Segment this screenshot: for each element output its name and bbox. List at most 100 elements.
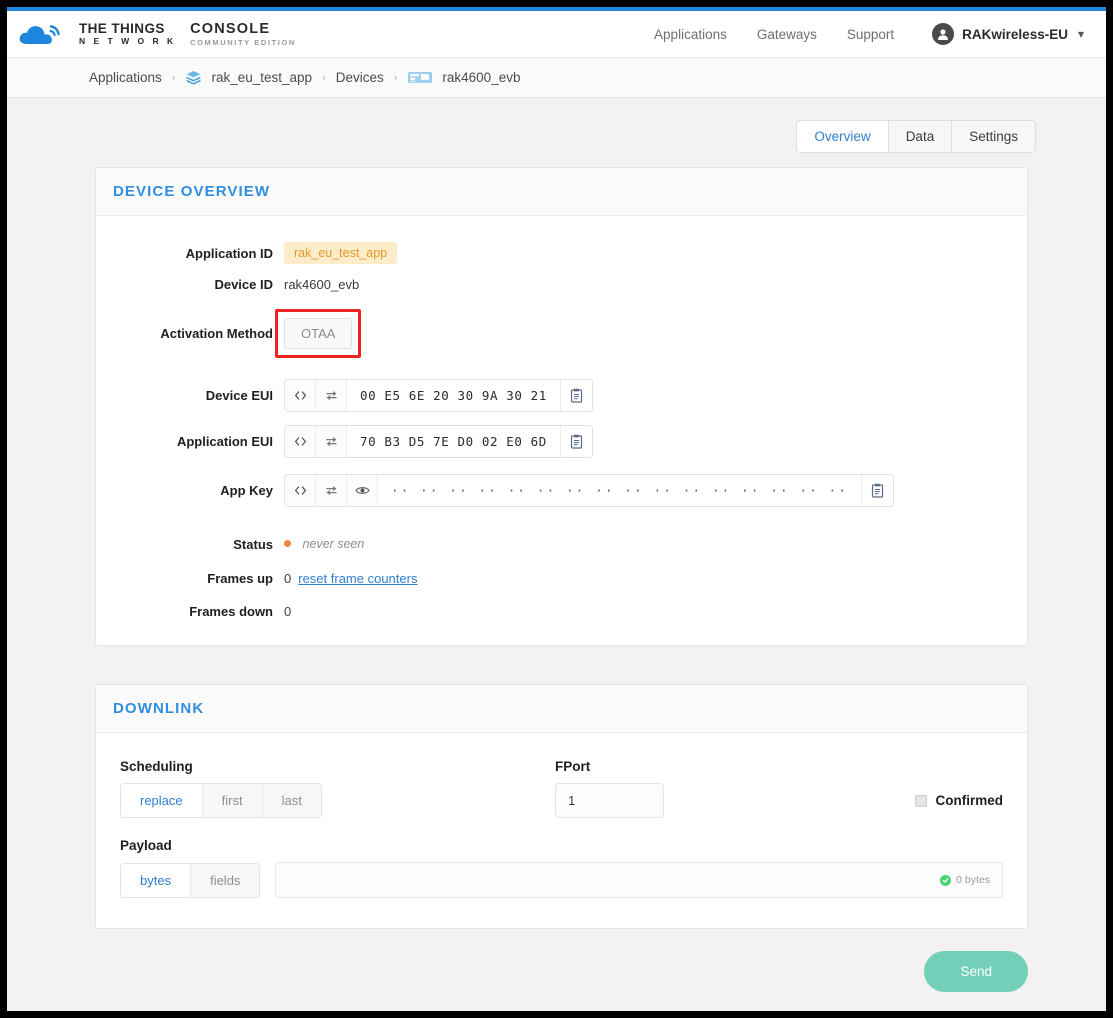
breadcrumb-separator-2: › (322, 71, 326, 84)
nav-gateways[interactable]: Gateways (757, 27, 817, 42)
scheduling-column: Scheduling replace first last (120, 759, 555, 818)
reset-frame-counters-link[interactable]: reset frame counters (298, 571, 417, 586)
field-activation-method: Activation Method OTAA (96, 309, 1027, 358)
label-app-key: App Key (220, 483, 273, 498)
eye-icon[interactable] (347, 475, 378, 506)
scheduling-option-first[interactable]: first (202, 784, 263, 817)
device-overview-panel: DEVICE OVERVIEW Application ID rak_eu_te… (95, 167, 1028, 646)
field-device-id: Device ID rak4600_evb (96, 277, 1027, 292)
device-board-icon (407, 69, 433, 86)
breadcrumb-separator-3: › (393, 71, 398, 84)
tab-settings[interactable]: Settings (951, 120, 1036, 153)
payload-input[interactable]: 0 bytes (275, 862, 1003, 898)
user-avatar-icon (932, 23, 955, 45)
swap-byte-order-icon[interactable] (316, 426, 347, 457)
byte-count-label: 0 bytes (956, 874, 990, 886)
swap-byte-order-icon[interactable] (316, 380, 347, 411)
code-format-icon[interactable] (285, 475, 316, 506)
clipboard-icon[interactable] (559, 426, 592, 457)
fport-input[interactable]: 1 (555, 783, 664, 818)
downlink-panel: DOWNLINK Scheduling replace first last F… (95, 684, 1028, 929)
clipboard-icon[interactable] (559, 380, 592, 411)
confirmed-column: Confirmed (855, 759, 1003, 818)
status-text: never seen (302, 537, 365, 551)
clipboard-icon[interactable] (861, 475, 894, 506)
page-title: DEVICE OVERVIEW (113, 183, 271, 200)
code-format-icon[interactable] (285, 380, 316, 411)
brand-thethingsnetwork: THE THINGS N E T W O R K (79, 20, 177, 46)
application-eui-input-group: 70 B3 D5 7E D0 02 E0 6D (284, 425, 593, 458)
brand-line-1: THE THINGS (79, 20, 165, 36)
breadcrumb-separator-1: › (171, 71, 176, 84)
field-frames-up: Frames up 0 reset frame counters (96, 571, 1027, 586)
payload-segmented-control: bytes fields (120, 862, 261, 898)
application-id-badge[interactable]: rak_eu_test_app (284, 242, 398, 264)
app-key-value[interactable]: ·· ·· ·· ·· ·· ·· ·· ·· ·· ·· ·· ·· ·· ·… (378, 475, 861, 506)
label-application-eui: Application EUI (176, 434, 273, 449)
user-name: RAKwireless-EU (962, 26, 1068, 42)
tab-data[interactable]: Data (887, 120, 953, 153)
ttn-cloud-logo-icon (17, 20, 69, 48)
main-content: Overview Data Settings DEVICE OVERVIEW A… (7, 98, 1106, 992)
scheduling-option-last[interactable]: last (262, 784, 321, 817)
field-application-eui: Application EUI 70 B3 D5 7E D0 02 E0 6D (96, 425, 1027, 458)
layers-icon (185, 69, 202, 86)
breadcrumb-label: Devices (335, 70, 384, 85)
nav-applications[interactable]: Applications (654, 27, 727, 42)
downlink-grid: Scheduling replace first last FPort 1 Co… (120, 759, 1003, 818)
check-circle-icon (940, 874, 952, 886)
edition-label: COMMUNITY EDITION (190, 38, 296, 47)
field-application-id: Application ID rak_eu_test_app (96, 242, 1027, 264)
activation-method-wrapper: OTAA (275, 309, 362, 358)
label-scheduling: Scheduling (120, 759, 193, 774)
header-nav: Applications Gateways Support RAKwireles… (654, 23, 1084, 45)
breadcrumb-item-application[interactable]: rak_eu_test_app (185, 69, 312, 86)
confirmed-checkbox[interactable] (914, 794, 927, 807)
breadcrumb-label: rak_eu_test_app (211, 70, 313, 85)
confirmed-checkbox-row[interactable]: Confirmed (914, 793, 1004, 808)
scheduling-option-replace[interactable]: replace (121, 784, 203, 817)
brand-line-2: N E T W O R K (79, 36, 177, 46)
field-status: Status never seen (96, 535, 1027, 553)
tab-bar: Overview Data Settings (7, 98, 1106, 153)
app-key-input-group: ·· ·· ·· ·· ·· ·· ·· ·· ·· ·· ·· ·· ·· ·… (284, 474, 895, 507)
breadcrumb-item-device[interactable]: rak4600_evb (407, 69, 520, 86)
label-application-id: Application ID (185, 245, 273, 261)
device-overview-body: Application ID rak_eu_test_app Device ID… (96, 216, 1027, 645)
nav-support[interactable]: Support (847, 27, 894, 42)
field-frames-down: Frames down 0 (96, 604, 1027, 619)
brand-console: CONSOLE COMMUNITY EDITION (190, 20, 296, 47)
frames-up-value: 0 (284, 571, 292, 586)
downlink-title: DOWNLINK (113, 700, 205, 717)
application-eui-value[interactable]: 70 B3 D5 7E D0 02 E0 6D (347, 426, 560, 457)
breadcrumb-label: Applications (89, 70, 162, 85)
label-payload: Payload (120, 838, 172, 853)
label-frames-down: Frames down (189, 604, 273, 619)
swap-byte-order-icon[interactable] (316, 475, 347, 506)
status-badge: never seen (284, 535, 364, 553)
code-format-icon[interactable] (285, 426, 316, 457)
frames-down-value: 0 (284, 604, 292, 619)
device-overview-header: DEVICE OVERVIEW (96, 168, 1027, 216)
payload-byte-counter: 0 bytes (940, 874, 990, 886)
console-label: CONSOLE (190, 20, 271, 37)
device-eui-value[interactable]: 00 E5 6E 20 30 9A 30 21 (347, 380, 560, 411)
brand-logo[interactable]: THE THINGS N E T W O R K CONSOLE COMMUNI… (17, 20, 296, 48)
label-fport: FPort (555, 759, 591, 774)
site-header: THE THINGS N E T W O R K CONSOLE COMMUNI… (7, 11, 1106, 58)
label-confirmed: Confirmed (935, 793, 1004, 808)
downlink-body: Scheduling replace first last FPort 1 Co… (96, 733, 1027, 928)
send-button[interactable]: Send (924, 951, 1028, 992)
tab-overview[interactable]: Overview (796, 120, 889, 153)
payload-option-bytes[interactable]: bytes (121, 863, 192, 897)
payload-option-fields[interactable]: fields (191, 863, 260, 897)
browser-viewport: THE THINGS N E T W O R K CONSOLE COMMUNI… (7, 7, 1106, 1011)
label-activation-method: Activation Method (160, 326, 273, 341)
breadcrumb-item-devices[interactable]: Devices (336, 70, 384, 85)
user-menu[interactable]: RAKwireless-EU ▾ (932, 23, 1084, 45)
breadcrumb-item-applications[interactable]: Applications (89, 70, 162, 85)
activation-method-button[interactable]: OTAA (284, 318, 353, 349)
send-row: Send (7, 929, 1106, 992)
field-app-key: App Key ·· ·· ·· ·· ·· ·· ·· ·· ·· ·· ··… (96, 474, 1027, 507)
label-device-eui: Device EUI (205, 388, 273, 403)
